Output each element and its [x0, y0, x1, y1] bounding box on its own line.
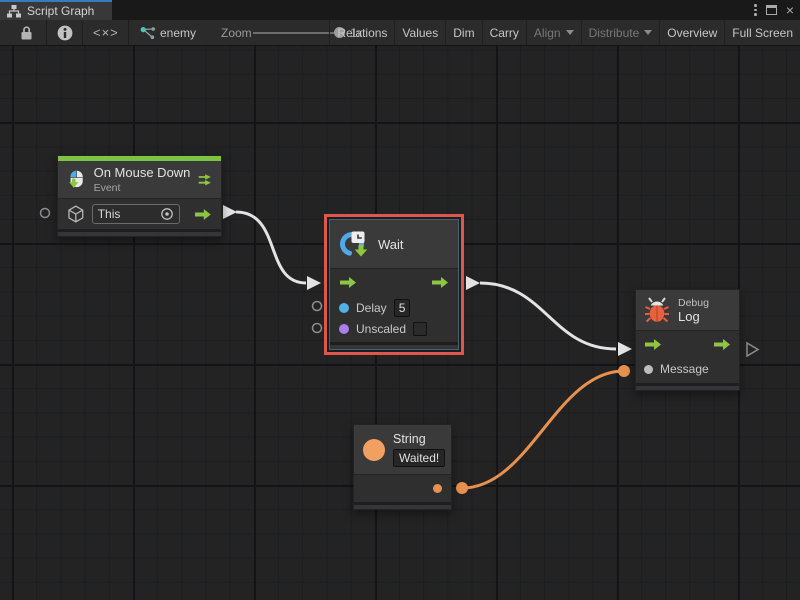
unscaled-port[interactable]: [339, 324, 349, 334]
mouse-icon: [67, 166, 86, 194]
node-subtitle: Event: [94, 182, 191, 194]
gameobject-cube-icon: [67, 205, 85, 223]
script-graph-window: Script Graph × <×>: [0, 0, 800, 600]
node-title: Wait: [378, 237, 404, 252]
node-on-mouse-down[interactable]: On Mouse Down Event This: [57, 155, 222, 237]
wire-mousedown-to-wait[interactable]: [236, 212, 306, 283]
flow-arrow-icon[interactable]: [194, 208, 212, 221]
node-string[interactable]: String Waited!: [353, 424, 452, 510]
message-port[interactable]: [644, 365, 653, 374]
string-type-icon: [363, 439, 385, 461]
node-footer: [58, 229, 221, 236]
node-category: Debug: [678, 297, 731, 309]
flow-out-arrow-icon[interactable]: [713, 338, 731, 351]
string-output-port[interactable]: [433, 484, 442, 493]
wire-end-arrow[interactable]: [307, 276, 321, 290]
wire-source-dot[interactable]: [456, 482, 468, 494]
unscaled-label: Unscaled: [356, 322, 406, 336]
flow-in-arrow-icon[interactable]: [339, 276, 357, 289]
delay-label: Delay: [356, 301, 387, 315]
object-picker-icon[interactable]: [160, 207, 174, 221]
node-title: String: [393, 432, 445, 446]
flow-in-arrow-icon[interactable]: [644, 338, 662, 351]
node-title: On Mouse Down: [94, 165, 191, 180]
target-field[interactable]: This: [92, 204, 181, 224]
wire-end-dot[interactable]: [618, 365, 630, 377]
wire-source-arrow[interactable]: [466, 276, 480, 290]
string-value-field[interactable]: Waited!: [393, 449, 445, 467]
node-footer: [636, 383, 739, 390]
wire-source-arrow[interactable]: [223, 205, 237, 219]
flow-out-arrow-icon[interactable]: [431, 276, 449, 289]
timer-icon: [339, 229, 370, 259]
node-debug-log[interactable]: Debug Log Message: [635, 289, 740, 391]
bug-icon: [644, 296, 670, 324]
message-label: Message: [660, 362, 709, 376]
delay-port[interactable]: [339, 303, 349, 313]
wire-string-to-message[interactable]: [462, 371, 624, 488]
node-footer: [330, 342, 458, 349]
unconnected-flow-triangle[interactable]: [747, 343, 758, 356]
node-title: Log: [678, 309, 731, 324]
unscaled-checkbox[interactable]: [413, 322, 427, 336]
unconnected-port-circle[interactable]: [313, 324, 322, 333]
node-wait[interactable]: Wait Delay 5 Unscaled: [329, 219, 459, 350]
unconnected-port-circle[interactable]: [41, 209, 50, 218]
wire-end-arrow[interactable]: [618, 342, 632, 356]
node-footer: [354, 502, 451, 509]
wire-wait-to-log[interactable]: [480, 283, 616, 349]
delay-value-field[interactable]: 5: [394, 299, 411, 317]
unconnected-port-circle[interactable]: [313, 302, 322, 311]
flow-double-arrow-icon[interactable]: [198, 172, 212, 188]
